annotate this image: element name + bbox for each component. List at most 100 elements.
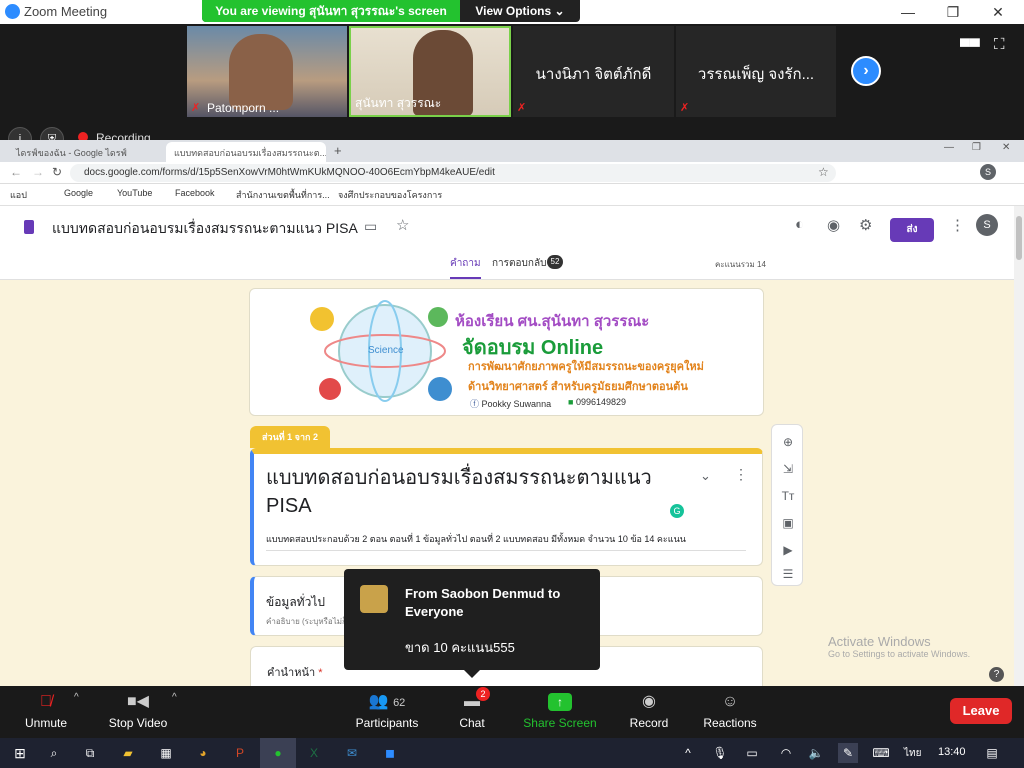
account-avatar[interactable]: S bbox=[976, 214, 998, 236]
settings-gear-icon[interactable]: ⚙ bbox=[859, 216, 872, 234]
bookmark-google[interactable]: Google bbox=[64, 188, 93, 198]
notifications-icon[interactable]: ▤ bbox=[982, 743, 1002, 763]
question-title[interactable]: คำนำหน้า * bbox=[267, 663, 323, 681]
view-options-button[interactable]: View Options ⌄ bbox=[460, 0, 580, 22]
profile-avatar[interactable]: S bbox=[980, 164, 996, 180]
collapse-icon[interactable]: ⌄ bbox=[700, 468, 711, 484]
bookmark-office[interactable]: สำนักงานเขตพื้นที่การ... bbox=[236, 188, 330, 202]
windows-taskbar: ⊞ ⌕ ⧉ ▰ ▦ ◕ P ● X ✉ ◼ ^ 🎙 ▭ ◠ 🔈 ✎ ⌨ ไทย … bbox=[0, 738, 1024, 768]
video-tile-3[interactable]: นางนิภา จิตต์ภักดี ✗ bbox=[513, 26, 674, 117]
wifi-icon[interactable]: ◠ bbox=[776, 743, 796, 763]
input-language[interactable]: ไทย bbox=[904, 746, 921, 761]
browser-tab-form[interactable]: แบบทดสอบก่อนอบรมเรื่องสมรรถนะต... bbox=[166, 142, 326, 162]
form-doc-title[interactable]: แบบทดสอบก่อนอบรมเรื่องสมรรถนะตามแนว PISA bbox=[52, 218, 358, 240]
folder-icon[interactable]: ▭ bbox=[364, 218, 377, 235]
tab-questions[interactable]: คำถาม bbox=[450, 256, 481, 279]
video-tile-1[interactable]: ✗ Patomporn ... bbox=[187, 26, 347, 117]
video-options-caret-icon[interactable]: ^ bbox=[172, 692, 177, 703]
muted-mic-icon: 🎙̸ bbox=[40, 693, 52, 710]
fullscreen-icon[interactable]: ⛶ bbox=[994, 36, 1005, 53]
tab-label: แบบทดสอบก่อนอบรมเรื่องสมรรถนะต... bbox=[174, 148, 326, 158]
unmute-button[interactable]: 🎙̸ Unmute bbox=[16, 686, 76, 738]
section-card[interactable]: แบบทดสอบก่อนอบรมเรื่องสมรรถนะตามแนว PISA… bbox=[250, 448, 763, 566]
add-title-icon[interactable]: Tт bbox=[779, 489, 797, 505]
battery-icon[interactable]: ▭ bbox=[742, 743, 762, 763]
record-button[interactable]: ◉ Record bbox=[626, 686, 672, 738]
browser-close-icon[interactable]: ✕ bbox=[1002, 142, 1010, 153]
task-view-icon[interactable]: ⧉ bbox=[80, 743, 100, 763]
chat-from: From Saobon Denmud to Everyone bbox=[405, 586, 561, 619]
banner-phone-number: 0996149829 bbox=[575, 397, 627, 407]
import-questions-icon[interactable]: ⇲ bbox=[779, 462, 797, 478]
question-title[interactable]: ข้อมูลทั่วไป bbox=[266, 593, 325, 612]
viewing-text: You are viewing สุนันทา สุวรรณะ's screen bbox=[202, 0, 460, 22]
mail-icon[interactable]: ✉ bbox=[342, 743, 362, 763]
audio-options-caret-icon[interactable]: ^ bbox=[74, 692, 79, 703]
participants-icon: 👥 62 bbox=[368, 693, 406, 710]
total-points: คะแนนรวม 14 bbox=[715, 260, 766, 269]
video-tile-2[interactable]: สุนันทา สุวรรณะ bbox=[349, 26, 511, 117]
browser-minimize-icon[interactable]: — bbox=[944, 142, 954, 153]
powerpoint-icon[interactable]: P bbox=[230, 743, 250, 763]
leave-button[interactable]: Leave bbox=[950, 698, 1012, 724]
zoom-taskbar-icon[interactable]: ◼ bbox=[380, 743, 400, 763]
line-app-icon[interactable]: ● bbox=[268, 743, 288, 763]
chrome-icon[interactable]: ◕ bbox=[193, 743, 213, 763]
add-image-icon[interactable]: ▣ bbox=[779, 516, 797, 532]
page-scrollbar[interactable] bbox=[1014, 206, 1024, 686]
preview-eye-icon[interactable]: ◉ bbox=[827, 216, 840, 234]
reactions-button[interactable]: ☺ Reactions bbox=[700, 686, 760, 738]
new-tab-icon[interactable]: + bbox=[334, 143, 342, 158]
stop-video-button[interactable]: ■◀ Stop Video bbox=[104, 686, 172, 738]
next-page-button[interactable]: › bbox=[851, 56, 881, 86]
browser-restore-icon[interactable]: ❐ bbox=[972, 142, 981, 153]
mic-tray-icon[interactable]: 🎙 bbox=[710, 743, 730, 763]
share-screen-button[interactable]: ↑ Share Screen bbox=[522, 686, 598, 738]
pen-icon[interactable]: ✎ bbox=[838, 743, 858, 763]
reload-icon[interactable]: ↻ bbox=[52, 165, 62, 179]
add-video-icon[interactable]: ▶ bbox=[779, 543, 797, 559]
bookmark-apps[interactable]: แอป bbox=[10, 188, 27, 202]
muted-mic-icon: ✗ bbox=[680, 102, 690, 114]
more-vert-icon[interactable]: ⋮ bbox=[950, 216, 965, 234]
bookmark-youtube[interactable]: YouTube bbox=[117, 188, 152, 198]
file-explorer-icon[interactable]: ▰ bbox=[118, 743, 138, 763]
volume-icon[interactable]: 🔈 bbox=[806, 743, 826, 763]
bookmark-facebook[interactable]: Facebook bbox=[175, 188, 215, 198]
help-icon[interactable]: ? bbox=[989, 667, 1004, 682]
search-icon[interactable]: ⌕ bbox=[44, 743, 64, 763]
section-title[interactable]: แบบทดสอบก่อนอบรมเรื่องสมรรถนะตามแนว PISA bbox=[266, 464, 666, 520]
chat-notification[interactable]: From Saobon Denmud to Everyone ขาด 10 คะ… bbox=[344, 569, 600, 678]
add-question-icon[interactable]: ⊕ bbox=[779, 435, 797, 451]
star-icon[interactable]: ☆ bbox=[396, 216, 409, 234]
bookmark-project[interactable]: จงศึกประกอบของโครงการ bbox=[338, 188, 442, 202]
more-vert-icon[interactable]: ⋮ bbox=[734, 466, 748, 483]
line-app-icon: ■ bbox=[568, 397, 574, 407]
keyboard-icon[interactable]: ⌨ bbox=[868, 743, 894, 763]
palette-icon[interactable]: ◐ bbox=[795, 216, 804, 233]
participants-button[interactable]: 👥 62 Participants bbox=[352, 686, 422, 738]
add-section-icon[interactable]: ☰ bbox=[779, 567, 797, 583]
section-description[interactable]: แบบทดสอบประกอบด้วย 2 ตอน ตอนที่ 1 ข้อมูล… bbox=[266, 532, 746, 551]
excel-icon[interactable]: X bbox=[304, 743, 324, 763]
browser-tab-drive[interactable]: ไดรฟ์ของฉัน - Google ไดรฟ์ bbox=[8, 142, 164, 162]
grammarly-icon[interactable]: G bbox=[670, 504, 684, 518]
scrollbar-thumb[interactable] bbox=[1016, 216, 1022, 260]
forward-icon[interactable]: → bbox=[32, 165, 44, 179]
banner-phone: ■ 0996149829 bbox=[568, 397, 626, 407]
banner-line4: ด้านวิทยาศาสตร์ สำหรับครูมัธยมศึกษาตอนต้… bbox=[468, 381, 688, 393]
url-input[interactable]: docs.google.com/forms/d/15p5SenXowVrM0ht… bbox=[70, 164, 836, 182]
send-button[interactable]: ส่ง bbox=[890, 218, 934, 242]
close-icon[interactable]: ✕ bbox=[988, 2, 1008, 22]
restore-icon[interactable]: ❐ bbox=[943, 2, 963, 22]
video-tile-4[interactable]: วรรณเพ็ญ จงรัก... ✗ bbox=[676, 26, 836, 117]
store-icon[interactable]: ▦ bbox=[156, 743, 176, 763]
tray-chevron-icon[interactable]: ^ bbox=[678, 743, 698, 763]
windows-start-icon[interactable]: ⊞ bbox=[10, 743, 30, 763]
minimize-icon[interactable]: — bbox=[898, 2, 918, 22]
back-icon[interactable]: ← bbox=[10, 165, 22, 179]
clock[interactable]: 13:40 bbox=[938, 746, 966, 758]
tab-responses[interactable]: การตอบกลับ bbox=[492, 256, 546, 271]
star-icon[interactable]: ☆ bbox=[818, 165, 829, 179]
gallery-view-icon[interactable]: ▀▀ bbox=[960, 38, 980, 54]
